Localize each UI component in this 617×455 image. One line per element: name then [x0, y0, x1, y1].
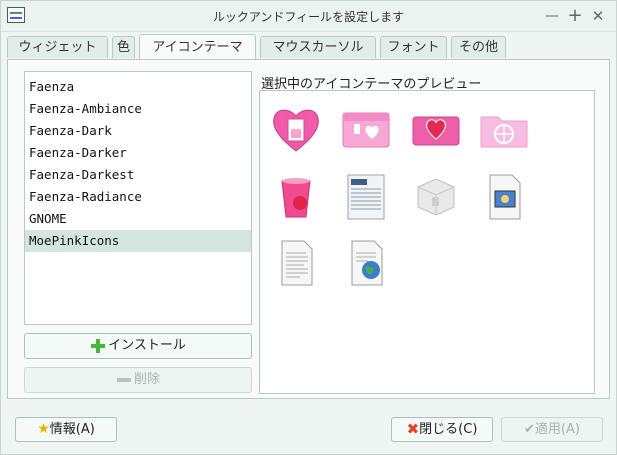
- check-icon: ✔: [524, 422, 535, 437]
- document-newspaper-icon: [347, 174, 385, 220]
- install-button[interactable]: インストール: [24, 333, 252, 359]
- list-item[interactable]: Faenza-Darkest: [25, 164, 251, 186]
- folder-network-icon: [480, 116, 528, 148]
- text-document-icon: [281, 240, 313, 286]
- tab-other[interactable]: その他: [451, 36, 506, 58]
- install-label: インストール: [108, 338, 186, 353]
- delete-label: 削除: [133, 372, 160, 387]
- info-button[interactable]: ★情報(A): [15, 417, 117, 442]
- star-icon: ★: [37, 421, 50, 437]
- maximize-icon[interactable]: +: [566, 7, 584, 25]
- close-window-icon[interactable]: ✕: [589, 7, 607, 25]
- window-title: ルックアンドフィールを設定します: [212, 10, 405, 24]
- apply-label: 適用(A): [534, 422, 580, 437]
- apply-button[interactable]: ✔適用(A): [501, 417, 603, 442]
- list-item[interactable]: Faenza-Radiance: [25, 186, 251, 208]
- icon-theme-panel: Faenza Faenza-Ambiance Faenza-Dark Faenz…: [7, 59, 610, 399]
- icon-preview-area: [259, 90, 595, 394]
- tab-mouse-cursor[interactable]: マウスカーソル: [260, 36, 376, 58]
- info-label: 情報(A): [49, 422, 95, 437]
- minimize-icon[interactable]: —: [543, 7, 561, 25]
- close-button[interactable]: ✖閉じる(C): [391, 417, 493, 442]
- tab-color[interactable]: 色: [112, 36, 135, 58]
- close-label: 閉じる(C): [419, 422, 478, 437]
- list-item[interactable]: Faenza-Dark: [25, 120, 251, 142]
- delete-button[interactable]: 削除: [24, 367, 252, 393]
- theme-list[interactable]: Faenza Faenza-Ambiance Faenza-Dark Faenz…: [24, 71, 252, 325]
- plus-icon: [91, 339, 106, 353]
- tab-font[interactable]: フォント: [380, 36, 447, 58]
- image-document-icon: [489, 174, 521, 220]
- list-item[interactable]: Faenza-Ambiance: [25, 98, 251, 120]
- title-bar: ルックアンドフィールを設定します — + ✕: [1, 1, 616, 32]
- minus-icon: [116, 378, 131, 382]
- appearance-window: ルックアンドフィールを設定します — + ✕ ウィジェット 色 アイコンテーマ …: [0, 0, 617, 455]
- folder-pink-icon: [342, 112, 390, 148]
- list-item[interactable]: GNOME: [25, 208, 251, 230]
- list-item-selected[interactable]: MoePinkIcons: [25, 230, 251, 252]
- list-item[interactable]: Faenza-Darker: [25, 142, 251, 164]
- list-item[interactable]: Faenza: [25, 76, 251, 98]
- folder-heart-icon: [412, 116, 460, 146]
- heart-icon: [273, 109, 319, 152]
- trash-pink-icon: [281, 178, 311, 218]
- tab-icon-theme[interactable]: アイコンテーマ: [139, 34, 256, 60]
- tab-widget[interactable]: ウィジェット: [7, 36, 108, 58]
- globe-document-icon: [351, 240, 383, 286]
- close-x-icon: ✖: [406, 420, 420, 438]
- package-icon: [417, 178, 455, 216]
